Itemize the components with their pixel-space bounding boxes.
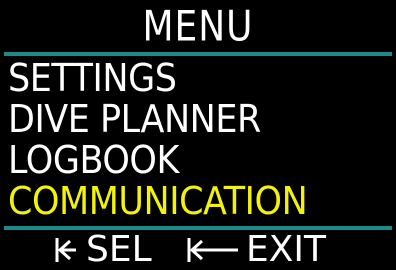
page-title: MENU: [142, 2, 254, 52]
menu-item-dive-planner[interactable]: DIVE PLANNER: [8, 99, 361, 140]
exit-label: EXIT: [246, 229, 327, 270]
exit-button-hint[interactable]: EXIT: [186, 231, 326, 269]
menu-item-logbook[interactable]: LOGBOOK: [8, 140, 361, 181]
select-button-hint[interactable]: SEL: [54, 231, 152, 269]
menu-list: SETTINGS DIVE PLANNER LOGBOOK COMMUNICAT…: [8, 58, 392, 222]
menu-item-settings[interactable]: SETTINGS: [8, 58, 361, 99]
menu-item-communication[interactable]: COMMUNICATION: [8, 181, 361, 222]
button-hint-bar: SEL EXIT: [0, 231, 396, 269]
select-label: SEL: [86, 229, 152, 270]
bottom-divider: [4, 226, 392, 230]
short-press-arrow-icon: [55, 238, 76, 262]
dive-computer-screen: MENU SETTINGS DIVE PLANNER LOGBOOK COMMU…: [0, 0, 396, 269]
long-press-arrow-icon: [187, 238, 238, 262]
